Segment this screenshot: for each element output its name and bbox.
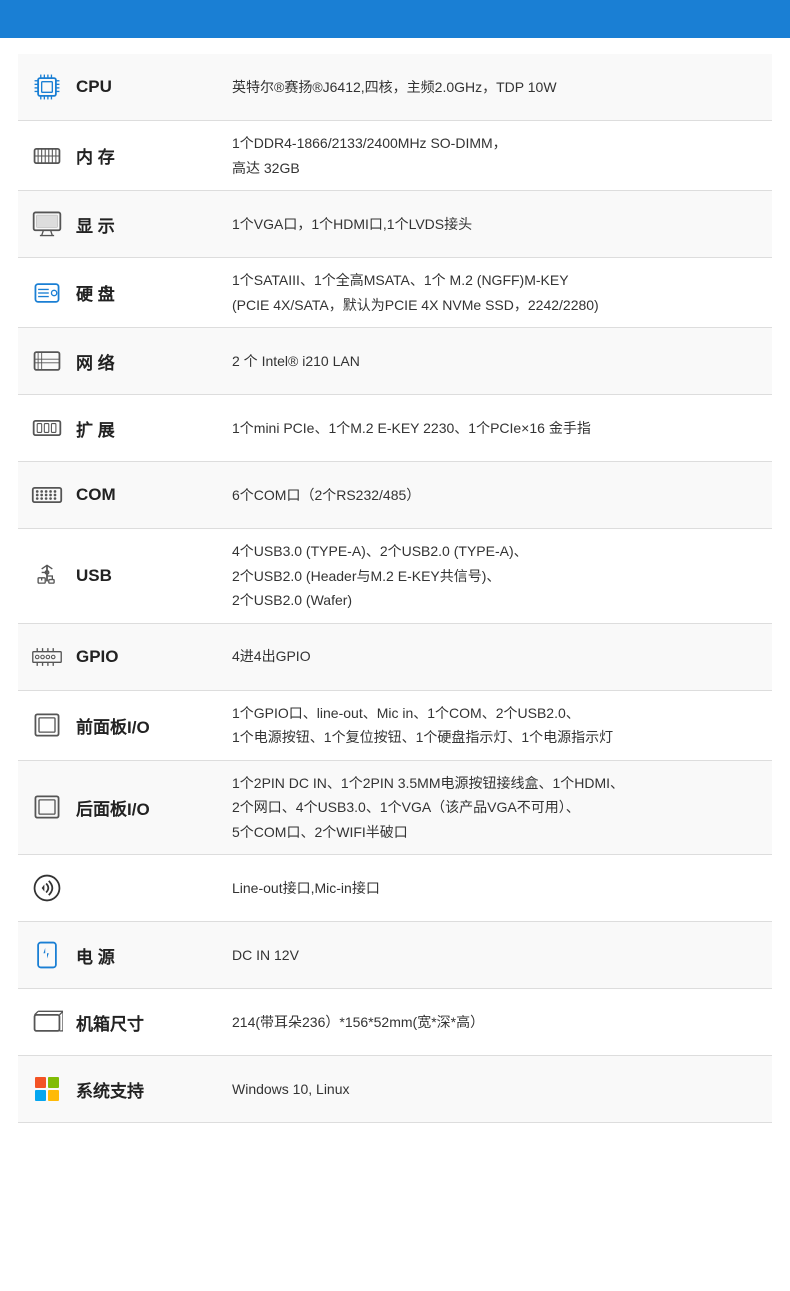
table-row: 硬 盘 1个SATAIII、1个全高MSATA、1个 M.2 (NGFF)M-KE… (18, 258, 772, 328)
cpu-label: CPU (76, 77, 112, 97)
table-row: 网 络 2 个 Intel® i210 LAN (18, 328, 772, 395)
memory-icon (24, 133, 70, 179)
table-row: Line-out接口,Mic-in接口 (18, 855, 772, 922)
rear-io-value: 1个2PIN DC IN、1个2PIN 3.5MM电源按钮接线盒、1个HDMI、… (216, 760, 772, 855)
network-value: 2 个 Intel® i210 LAN (216, 328, 772, 395)
usb-label: USB (76, 566, 112, 586)
table-row: 系统支持 Windows 10, Linux (18, 1056, 772, 1123)
front-io-icon (24, 702, 70, 748)
cpu-icon (24, 64, 70, 110)
os-icon (24, 1066, 70, 1112)
usb-icon (24, 553, 70, 599)
table-row: 机箱尺寸 214(带耳朵236）*156*52mm(宽*深*高） (18, 989, 772, 1056)
chassis-value: 214(带耳朵236）*156*52mm(宽*深*高） (216, 989, 772, 1056)
spec-table: CPU 英特尔®赛扬®J6412,四核，主频2.0GHz，TDP 10W 内 存 1… (18, 54, 772, 1123)
table-row: 电 源 DC IN 12V (18, 922, 772, 989)
chassis-icon (24, 999, 70, 1045)
memory-value: 1个DDR4-1866/2133/2400MHz SO-DIMM， 高达 32G… (216, 121, 772, 191)
table-row: 扩 展 1个mini PCIe、1个M.2 E-KEY 2230、1个PCIe×1… (18, 395, 772, 462)
memory-label: 内 存 (76, 143, 115, 168)
rear-io-label: 后面板I/O (76, 795, 150, 820)
front-io-label: 前面板I/O (76, 713, 150, 738)
gpio-icon (24, 634, 70, 680)
rear-io-icon (24, 784, 70, 830)
display-value: 1个VGA口，1个HDMI口,1个LVDS接头 (216, 191, 772, 258)
gpio-value: 4进4出GPIO (216, 623, 772, 690)
display-icon (24, 201, 70, 247)
audio-icon (24, 865, 70, 911)
table-row: 内 存 1个DDR4-1866/2133/2400MHz SO-DIMM， 高达 … (18, 121, 772, 191)
power-label: 电 源 (76, 943, 115, 968)
display-label: 显 示 (76, 212, 115, 237)
table-row: COM 6个COM口（2个RS232/485） (18, 462, 772, 529)
power-icon (24, 932, 70, 978)
expansion-label: 扩 展 (76, 416, 115, 441)
network-label: 网 络 (76, 349, 115, 374)
hdd-icon (24, 270, 70, 316)
hdd-value: 1个SATAIII、1个全高MSATA、1个 M.2 (NGFF)M-KEY (… (216, 258, 772, 328)
os-value: Windows 10, Linux (216, 1056, 772, 1123)
header (0, 0, 790, 38)
power-value: DC IN 12V (216, 922, 772, 989)
usb-value: 4个USB3.0 (TYPE-A)、2个USB2.0 (TYPE-A)、 2个U… (216, 529, 772, 624)
table-row: USB 4个USB3.0 (TYPE-A)、2个USB2.0 (TYPE-A)、 … (18, 529, 772, 624)
front-io-value: 1个GPIO口、line-out、Mic in、1个COM、2个USB2.0、 … (216, 690, 772, 760)
table-row: CPU 英特尔®赛扬®J6412,四核，主频2.0GHz，TDP 10W (18, 54, 772, 121)
chassis-label: 机箱尺寸 (76, 1010, 144, 1035)
com-icon (24, 472, 70, 518)
cpu-value: 英特尔®赛扬®J6412,四核，主频2.0GHz，TDP 10W (216, 54, 772, 121)
gpio-label: GPIO (76, 647, 119, 667)
table-row: GPIO 4进4出GPIO (18, 623, 772, 690)
hdd-label: 硬 盘 (76, 280, 115, 305)
expansion-value: 1个mini PCIe、1个M.2 E-KEY 2230、1个PCIe×16 金… (216, 395, 772, 462)
os-label: 系统支持 (76, 1077, 144, 1102)
expansion-icon (24, 405, 70, 451)
spec-table-container: CPU 英特尔®赛扬®J6412,四核，主频2.0GHz，TDP 10W 内 存 1… (0, 38, 790, 1139)
table-row: 显 示 1个VGA口，1个HDMI口,1个LVDS接头 (18, 191, 772, 258)
table-row: 前面板I/O 1个GPIO口、line-out、Mic in、1个COM、2个US… (18, 690, 772, 760)
com-value: 6个COM口（2个RS232/485） (216, 462, 772, 529)
table-row: 后面板I/O 1个2PIN DC IN、1个2PIN 3.5MM电源按钮接线盒、1… (18, 760, 772, 855)
com-label: COM (76, 485, 116, 505)
audio-value: Line-out接口,Mic-in接口 (216, 855, 772, 922)
network-icon (24, 338, 70, 384)
